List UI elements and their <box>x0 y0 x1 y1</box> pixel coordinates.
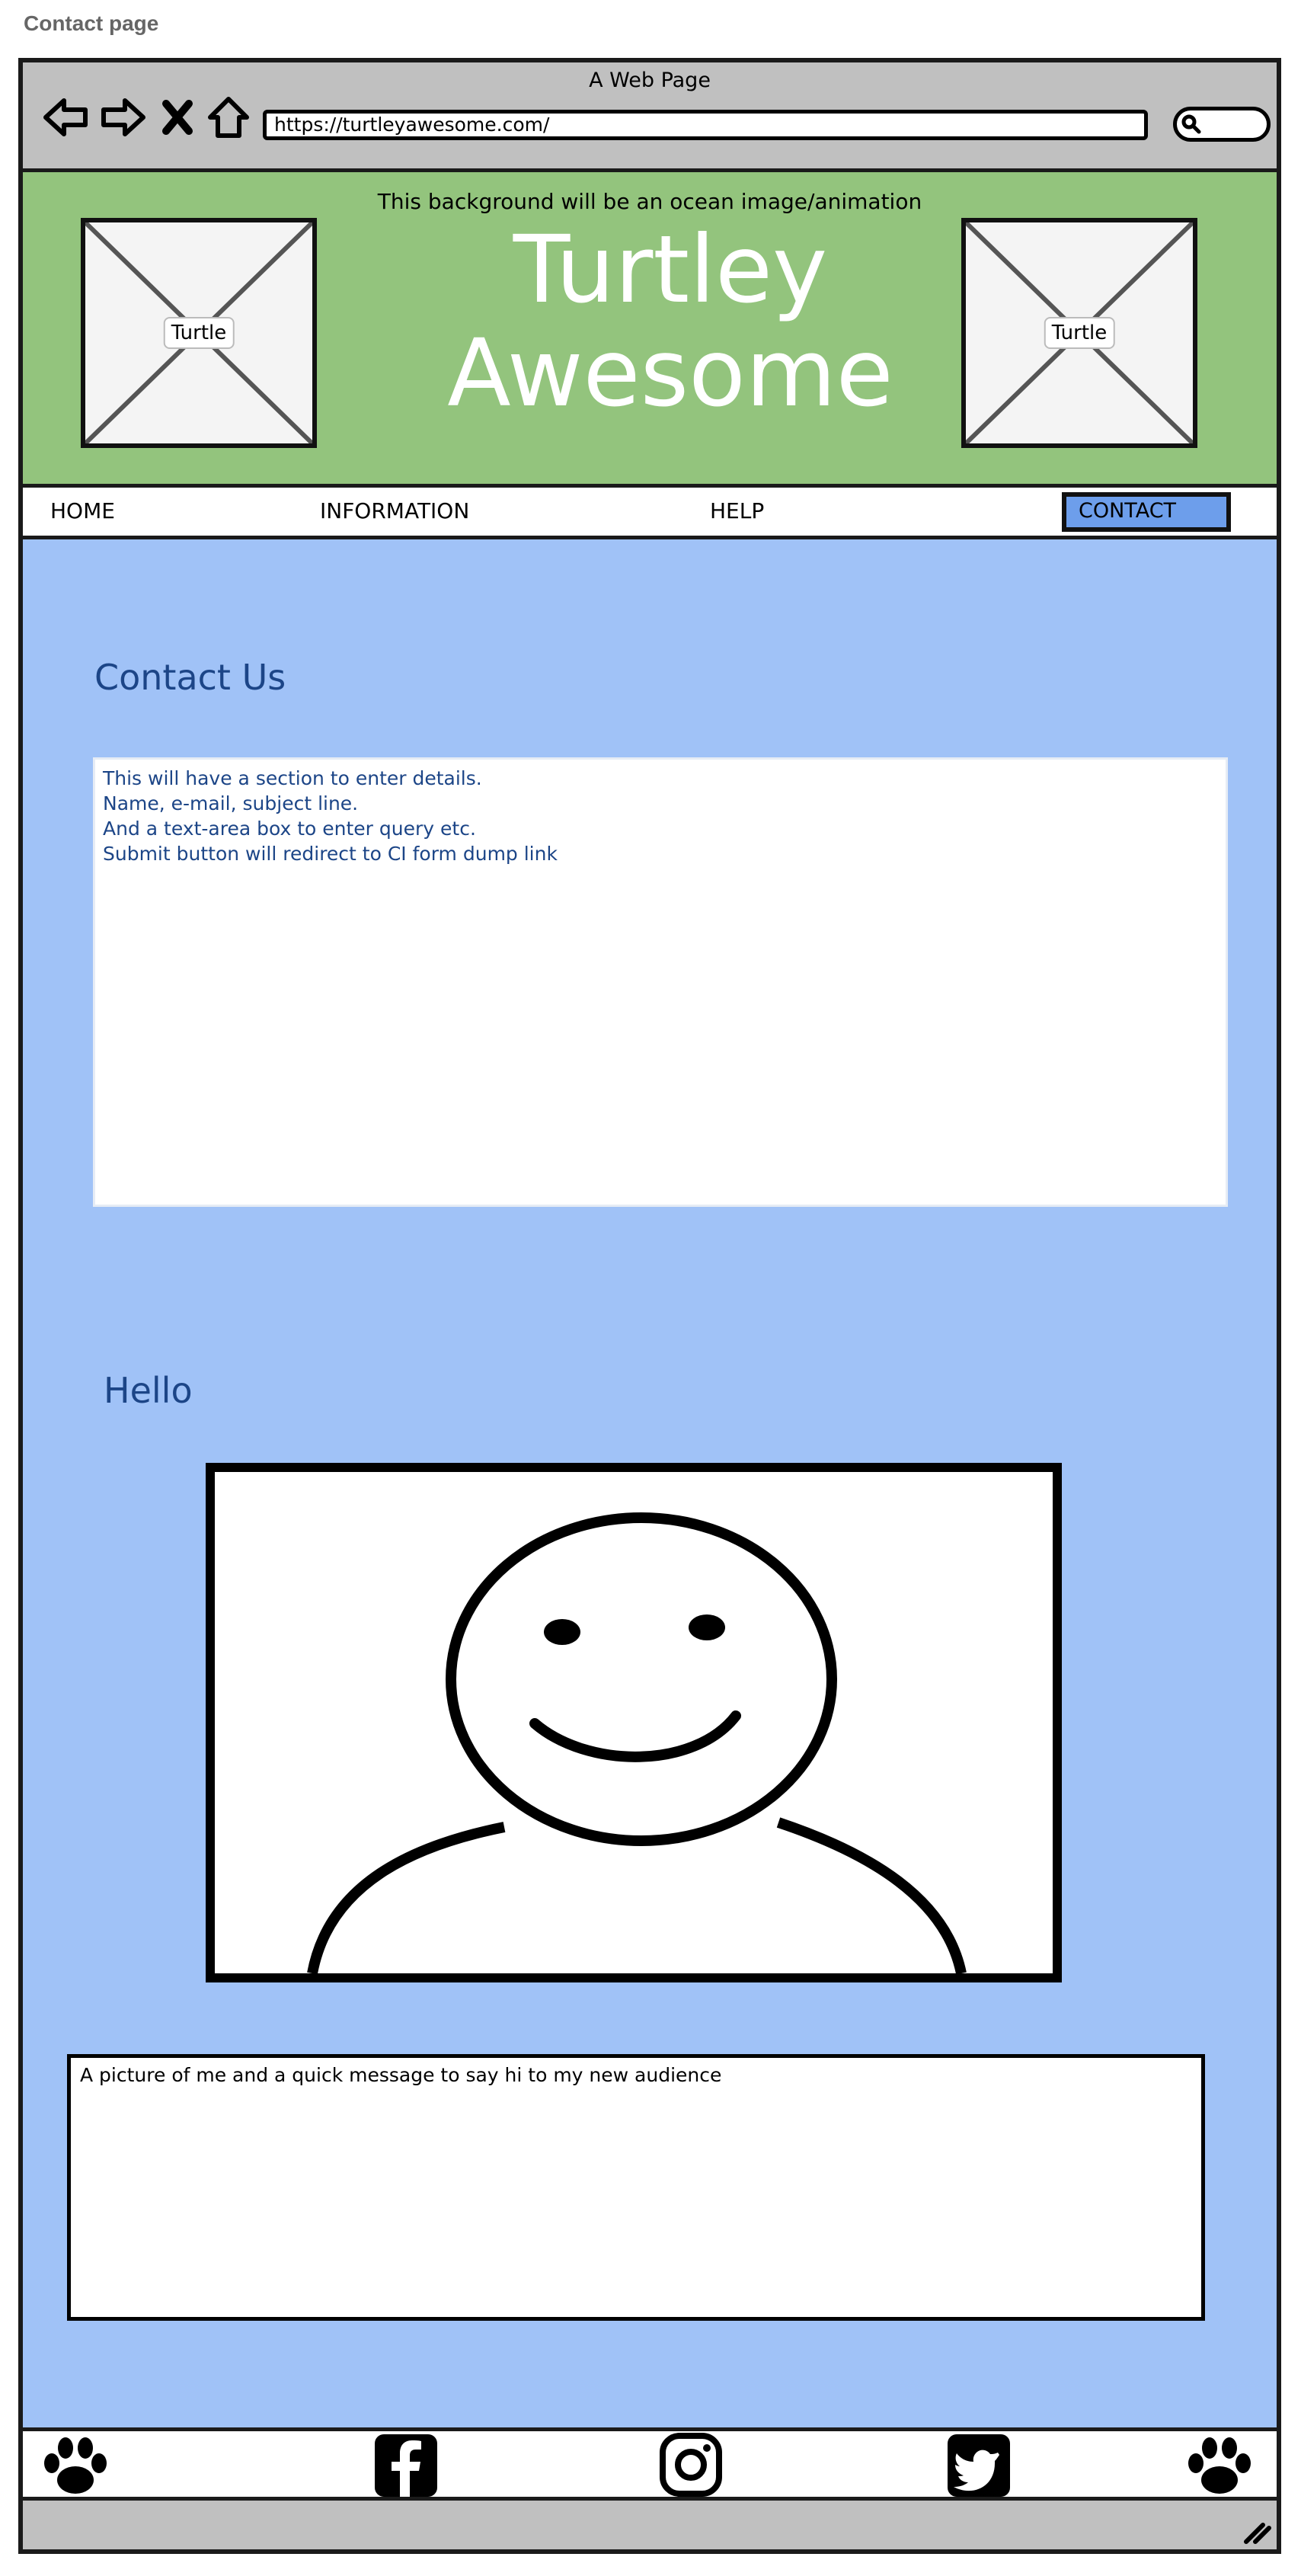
turtle-image-left: Turtle <box>81 218 317 448</box>
contact-note-line: And a text-area box to enter query etc. <box>103 818 476 840</box>
turtle-image-right: Turtle <box>961 218 1197 448</box>
image-label: Turtle <box>1044 317 1115 349</box>
nav-help[interactable]: HELP <box>710 498 764 523</box>
twitter-icon[interactable] <box>945 2433 1013 2498</box>
facebook-icon[interactable] <box>372 2433 440 2498</box>
site-title: Turtley Awesome <box>343 218 998 425</box>
nav-home[interactable]: HOME <box>50 498 115 523</box>
status-bar <box>23 2501 1277 2549</box>
contact-form-placeholder: This will have a section to enter detail… <box>93 757 1228 1207</box>
browser-search[interactable] <box>1173 107 1271 142</box>
back-icon[interactable] <box>41 93 90 142</box>
contact-note-line: Submit button will redirect to CI form d… <box>103 843 558 865</box>
window-title: A Web Page <box>589 69 711 92</box>
site-title-line2: Awesome <box>447 319 893 427</box>
profile-photo <box>206 1463 1062 1982</box>
hello-heading: Hello <box>104 1370 193 1411</box>
home-icon[interactable] <box>206 93 251 142</box>
person-icon <box>307 1512 967 1973</box>
page-label: Contact page <box>24 11 159 35</box>
stop-icon[interactable] <box>157 93 198 142</box>
contact-heading: Contact Us <box>94 657 286 698</box>
nav-bar: HOME INFORMATION HELP CONTACT <box>23 488 1277 539</box>
browser-window: A Web Page https://turtleyawesome.com/ T… <box>18 58 1281 2554</box>
forward-icon[interactable] <box>99 93 148 142</box>
instagram-icon[interactable] <box>657 2433 725 2498</box>
site-title-line1: Turtley <box>513 216 828 324</box>
paw-icon[interactable] <box>1185 2433 1254 2498</box>
footer-bar <box>23 2427 1277 2501</box>
browser-chrome: A Web Page https://turtleyawesome.com/ <box>23 62 1277 172</box>
contact-note-line: This will have a section to enter detail… <box>103 767 482 789</box>
contact-note-line: Name, e-mail, subject line. <box>103 792 359 814</box>
hello-message-box: A picture of me and a quick message to s… <box>67 2054 1205 2321</box>
address-bar[interactable]: https://turtleyawesome.com/ <box>263 110 1148 140</box>
image-label: Turtle <box>163 317 235 349</box>
site-header: This background will be an ocean image/a… <box>23 172 1277 488</box>
nav-contact[interactable]: CONTACT <box>1062 492 1231 532</box>
nav-information[interactable]: INFORMATION <box>320 498 469 523</box>
background-note: This background will be an ocean image/a… <box>377 189 922 214</box>
resize-grip-icon[interactable] <box>1240 2519 1274 2546</box>
search-icon <box>1181 114 1201 134</box>
paw-icon[interactable] <box>41 2433 110 2498</box>
